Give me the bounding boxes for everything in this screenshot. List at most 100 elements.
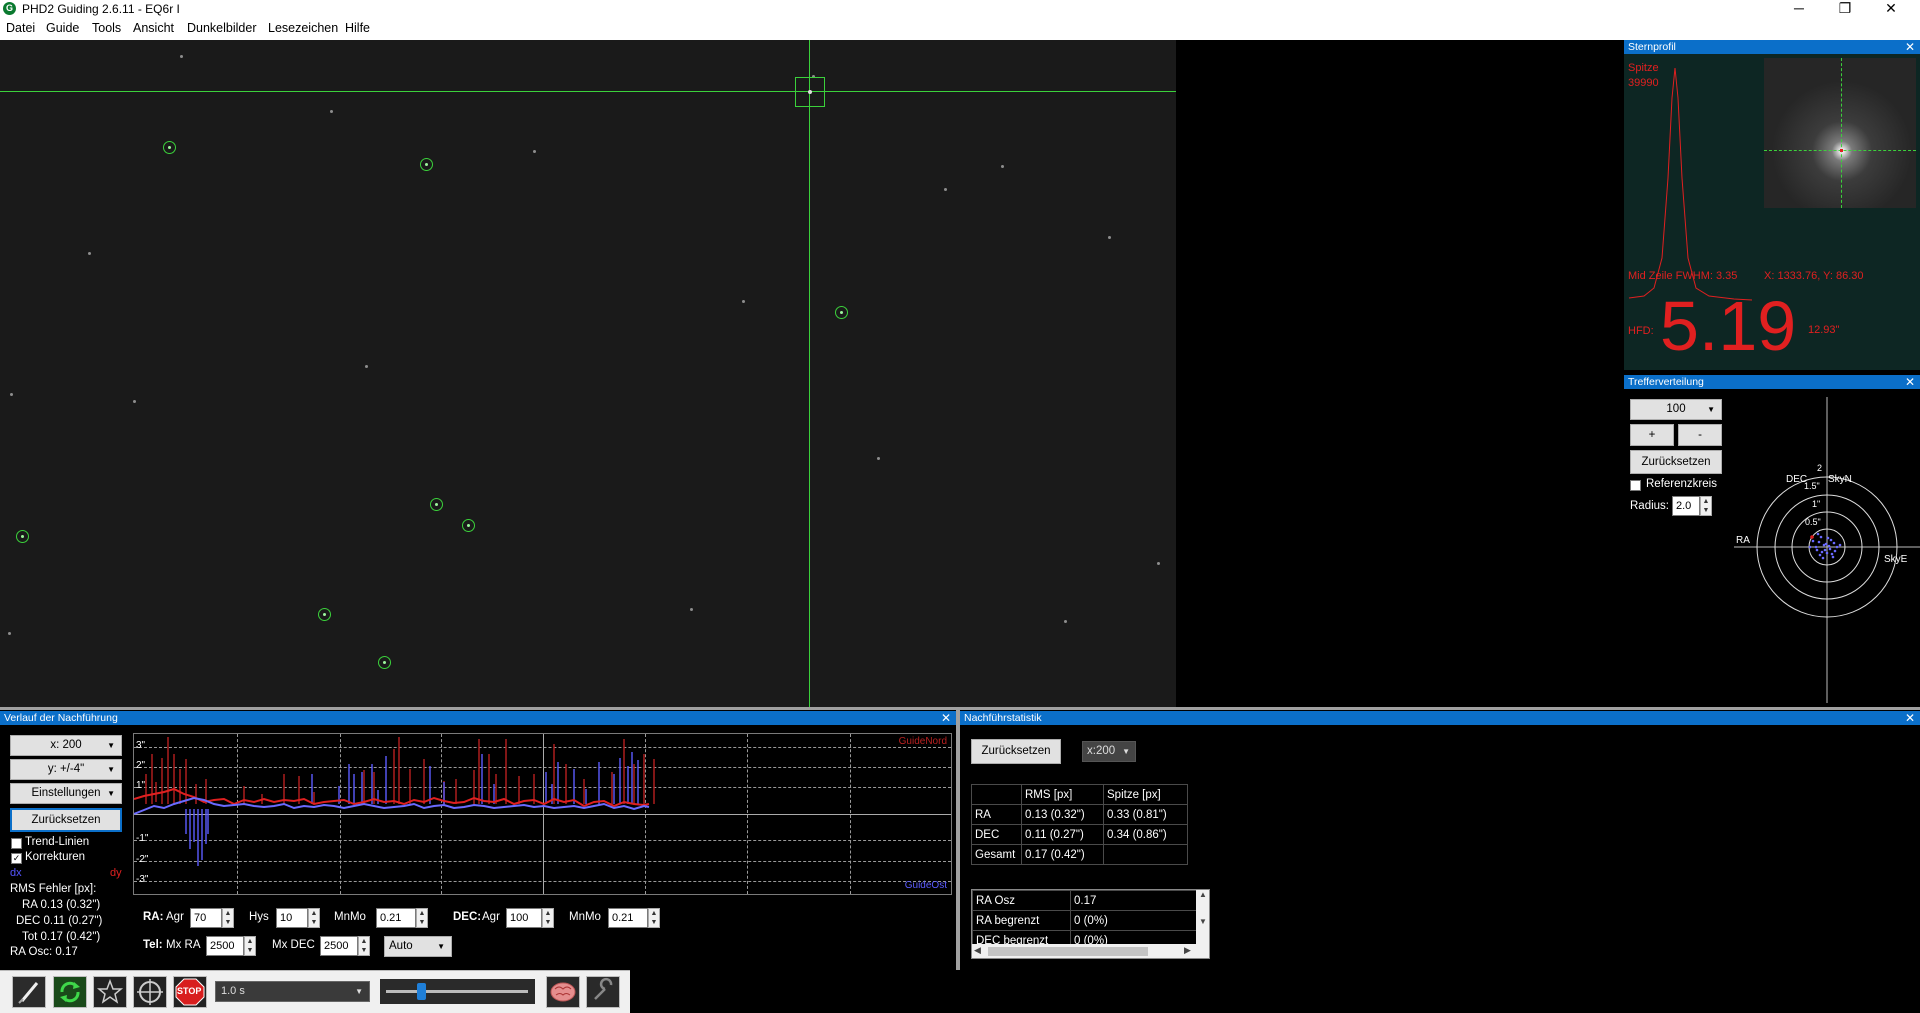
menu-tools[interactable]: Tools: [92, 21, 121, 35]
reference-circle-checkbox[interactable]: [1630, 480, 1641, 491]
star-marker[interactable]: [16, 530, 29, 543]
chevron-down-icon: ▼: [1707, 405, 1715, 414]
zoom-dropdown[interactable]: 100 ▼: [1630, 399, 1722, 420]
exposure-dropdown[interactable]: 1.0 s ▼: [215, 981, 370, 1002]
target-reset-button[interactable]: Zurücksetzen: [1630, 450, 1722, 474]
vertical-scrollbar[interactable]: ▲ ▼: [1196, 890, 1209, 944]
guide-icon[interactable]: [133, 976, 167, 1008]
stop-icon[interactable]: STOP: [173, 976, 207, 1008]
hys-spinner[interactable]: ▲ ▼: [308, 908, 320, 928]
star-marker[interactable]: [318, 608, 331, 621]
history-title: Verlauf der Nachführung: [4, 712, 118, 724]
close-button[interactable]: ✕: [1868, 0, 1914, 18]
star-marker[interactable]: [163, 141, 176, 154]
corrections-checkbox[interactable]: ✓: [11, 853, 22, 864]
crosshair-horizontal: [0, 91, 1176, 92]
mx-dec-spinner[interactable]: ▲ ▼: [358, 936, 370, 956]
menu-ansicht[interactable]: Ansicht: [133, 21, 174, 35]
hys-label: Hys: [249, 911, 269, 923]
brain-icon[interactable]: [546, 976, 580, 1008]
horizontal-scrollbar[interactable]: ◀ ▶: [972, 944, 1209, 958]
menu-hilfe[interactable]: Hilfe: [345, 21, 370, 35]
menu-lesezeichen[interactable]: Lesezeichen: [268, 21, 338, 35]
scrollbar-thumb[interactable]: [988, 947, 1148, 956]
star-marker[interactable]: [462, 519, 475, 532]
rms-tot: Tot 0.17 (0.42"): [22, 931, 101, 943]
calibration-icon[interactable]: [586, 976, 620, 1008]
y-tick: 3": [136, 740, 146, 751]
ra-agr-input[interactable]: 70: [190, 908, 222, 928]
hys-input[interactable]: 10: [276, 908, 308, 928]
gamma-slider[interactable]: [380, 979, 535, 1004]
history-reset-button[interactable]: Zurücksetzen: [10, 808, 122, 832]
row-peak: [1103, 844, 1188, 865]
minimize-button[interactable]: ─: [1776, 0, 1822, 18]
osc-list[interactable]: RA Osz 0.17 RA begrenzt 0 (0%) DEC begrenz…: [971, 889, 1210, 959]
star-marker[interactable]: [430, 498, 443, 511]
star-marker[interactable]: [835, 306, 848, 319]
slider-thumb[interactable]: [417, 983, 426, 1000]
radius-spinner[interactable]: ▲ ▼: [1700, 496, 1712, 516]
target-plot: [1734, 397, 1920, 703]
menu-datei[interactable]: Datei: [6, 21, 35, 35]
ra-osc: RA Osc: 0.17: [10, 946, 78, 958]
history-panel: Verlauf der Nachführung ✕ x: 200 ▼ y: +/-…: [0, 711, 956, 970]
close-icon[interactable]: ✕: [941, 711, 951, 725]
table-row: DEC 0.11 (0.27") 0.34 (0.86"): [971, 824, 1188, 845]
history-graph[interactable]: 3" 2" 1" -1" -2" -3" GuideNord GuideOst: [133, 733, 952, 895]
mx-dec-input[interactable]: 2500: [320, 936, 358, 956]
close-icon[interactable]: ✕: [1905, 40, 1915, 54]
loop-icon[interactable]: [53, 976, 87, 1008]
table-row: Gesamt 0.17 (0.42"): [971, 844, 1188, 865]
dec-mnmo-input[interactable]: 0.21: [608, 908, 648, 928]
menu-dunkelbilder[interactable]: Dunkelbilder: [187, 21, 256, 35]
ra-agr-spinner[interactable]: ▲ ▼: [222, 908, 234, 928]
ring-label: 2: [1817, 463, 1823, 473]
settings-dropdown[interactable]: Einstellungen ▼: [10, 783, 122, 804]
ring-label: 1": [1812, 499, 1821, 509]
mx-ra-input[interactable]: 2500: [206, 936, 244, 956]
radius-input[interactable]: 2.0: [1672, 496, 1700, 516]
menu-guide[interactable]: Guide: [46, 21, 79, 35]
ring-label: 1.5": [1804, 481, 1820, 491]
stats-reset-button[interactable]: Zurücksetzen: [971, 739, 1061, 764]
scroll-right-icon[interactable]: ▶: [1184, 945, 1191, 956]
stats-x-scale-dropdown[interactable]: x:200 ▼: [1082, 741, 1136, 762]
row-value: 0.17: [1070, 890, 1197, 911]
y-scale-dropdown[interactable]: y: +/-4" ▼: [10, 759, 122, 780]
zoom-in-button[interactable]: +: [1630, 424, 1674, 446]
mx-ra-spinner[interactable]: ▲ ▼: [244, 936, 256, 956]
star-marker[interactable]: [378, 656, 391, 669]
close-icon[interactable]: ✕: [1905, 711, 1915, 725]
settings-value: Einstellungen: [31, 787, 101, 799]
ra-label: RA:: [143, 911, 164, 923]
row-rms: 0.13 (0.32"): [1021, 804, 1104, 825]
table-row: RA begrenzt 0 (0%): [972, 910, 1197, 931]
scroll-left-icon[interactable]: ◀: [974, 945, 981, 956]
dx-legend: dx: [10, 867, 22, 879]
dec-agr-spinner[interactable]: ▲ ▼: [542, 908, 554, 928]
y-tick: -2": [136, 854, 149, 865]
splitter[interactable]: [0, 707, 1920, 710]
radius-label: Radius:: [1630, 500, 1669, 512]
camera-frame[interactable]: [0, 40, 1176, 707]
star-marker[interactable]: [420, 158, 433, 171]
dec-mnmo-spinner[interactable]: ▲ ▼: [648, 908, 660, 928]
ra-mnmo-input[interactable]: 0.21: [376, 908, 416, 928]
auto-select-star-icon[interactable]: [93, 976, 127, 1008]
zoom-out-button[interactable]: -: [1678, 424, 1722, 446]
corrections-label: Korrekturen: [25, 851, 86, 863]
hfd-arcsec: 12.93": [1808, 324, 1840, 336]
target-panel: Trefferverteilung ✕ 100 ▼ + - Zurücksetz…: [1624, 375, 1920, 707]
trend-lines-checkbox[interactable]: [11, 838, 22, 849]
x-scale-dropdown[interactable]: x: 200 ▼: [10, 735, 122, 756]
dec-agr-input[interactable]: 100: [506, 908, 542, 928]
mx-ra-label: Mx RA: [166, 939, 201, 951]
chevron-down-icon: ▼: [355, 987, 363, 996]
rms-title: RMS Fehler [px]:: [10, 883, 97, 895]
maximize-button[interactable]: ❐: [1822, 0, 1868, 18]
ra-mnmo-spinner[interactable]: ▲ ▼: [416, 908, 428, 928]
close-icon[interactable]: ✕: [1905, 375, 1915, 389]
camera-settings-icon[interactable]: [12, 976, 46, 1008]
dec-mode-select[interactable]: Auto ▼: [384, 936, 452, 957]
